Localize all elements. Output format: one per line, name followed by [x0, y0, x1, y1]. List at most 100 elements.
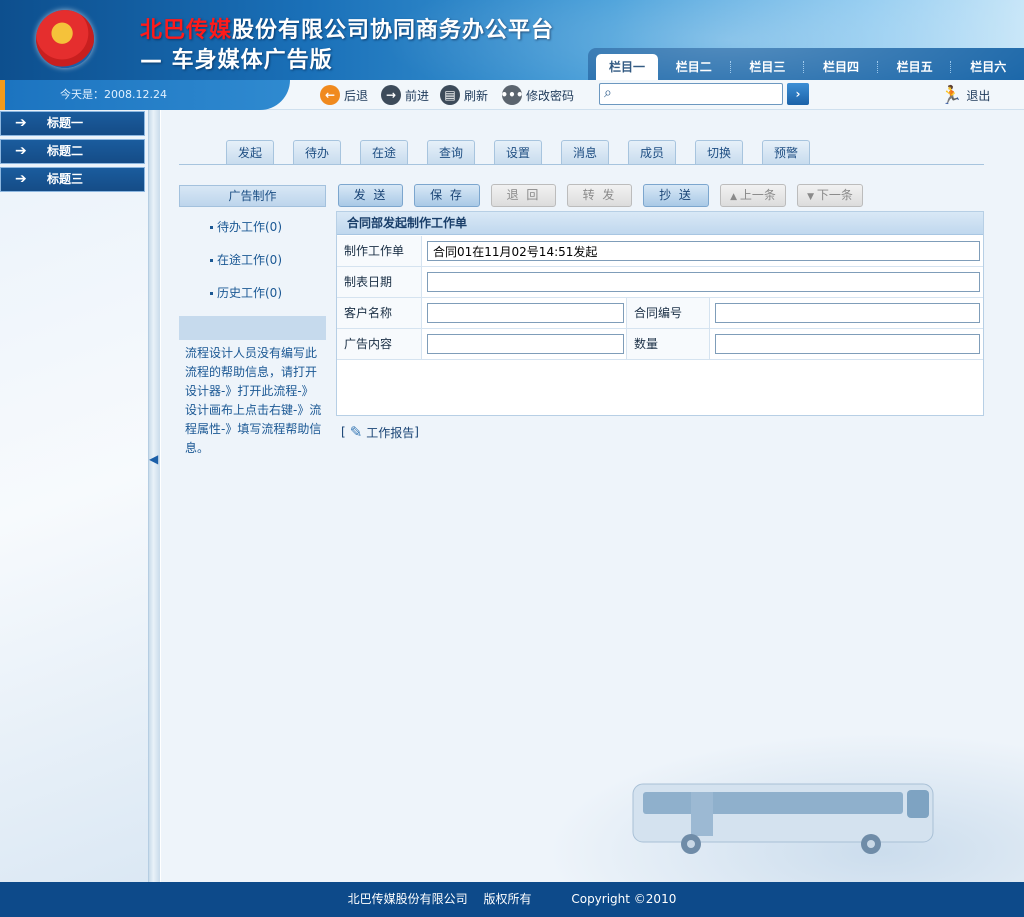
search-input[interactable]: [622, 86, 778, 102]
sidebar-splitter[interactable]: [148, 110, 160, 882]
footer-copyright: Copyright ©2010: [571, 892, 677, 906]
notepad-edit-icon: ✎: [349, 423, 363, 441]
app-subtitle: — 车身媒体广告版: [140, 48, 333, 73]
worksheet-form: 合同部发起制作工作单 制作工作单 制表日期 客户名称 合同编号 广告内容 数量: [336, 211, 984, 416]
work-report-link[interactable]: [ ✎ 工作报告 ]: [341, 423, 419, 441]
history-work-link[interactable]: 历史工作(0): [179, 277, 326, 310]
forward-label: 前进: [405, 88, 430, 103]
search-icon: ⌕: [604, 85, 612, 101]
search-box: ⌕: [599, 83, 783, 105]
previous-label: 上一条: [739, 188, 776, 202]
form-row: 广告内容 数量: [337, 329, 983, 360]
tab-initiate[interactable]: 发起: [226, 140, 274, 164]
main-content: 发起 待办 在途 查询 设置 消息 成员 切换 预警 广告制作 待办工作(0) …: [161, 110, 1024, 882]
return-button[interactable]: 退 回: [491, 184, 556, 207]
quantity-field[interactable]: [715, 334, 980, 354]
form-row: 客户名称 合同编号: [337, 298, 983, 329]
in-progress-work-link[interactable]: 在途工作(0): [179, 244, 326, 277]
previous-button[interactable]: ▲ 上一条: [720, 184, 786, 207]
toolbar: 今天是：2008.12.24 ← 后退 → 前进 ▤ 刷新 ••• 修改密码 ⌕…: [0, 80, 1024, 110]
top-nav-item-2[interactable]: 栏目二: [658, 54, 730, 80]
contract-label: 合同编号: [626, 298, 710, 328]
logout-label: 退出: [966, 89, 991, 103]
tab-members[interactable]: 成员: [628, 140, 676, 164]
sidebar: ➔ 标题一 ➔ 标题二 ➔ 标题三: [0, 110, 148, 882]
sidebar-item-label: 标题一: [47, 116, 84, 130]
contract-field[interactable]: [715, 303, 980, 323]
arrow-right-icon: ➔: [15, 115, 27, 131]
worksheet-label: 制作工作单: [337, 236, 422, 266]
tab-pending[interactable]: 待办: [293, 140, 341, 164]
form-row: 制表日期: [337, 267, 983, 298]
pending-work-link[interactable]: 待办工作(0): [179, 211, 326, 244]
sidebar-item-3[interactable]: ➔ 标题三: [0, 167, 145, 192]
save-button[interactable]: 保 存: [414, 184, 480, 207]
tabs-divider: [179, 164, 984, 165]
nav-separator: [876, 61, 879, 73]
password-dots-icon: •••: [501, 85, 524, 105]
back-arrow-icon: ←: [320, 85, 340, 105]
ad-content-field[interactable]: [427, 334, 624, 354]
logout-button[interactable]: 🏃 退出: [940, 85, 990, 106]
panel-title: 广告制作: [179, 185, 326, 207]
header: 北巴传媒股份有限公司协同商务办公平台 — 车身媒体广告版 栏目一 栏目二 栏目三…: [0, 0, 1024, 80]
footer-rights: 版权所有: [483, 892, 532, 906]
tab-switch[interactable]: 切换: [695, 140, 743, 164]
sidebar-item-2[interactable]: ➔ 标题二: [0, 139, 145, 164]
tab-messages[interactable]: 消息: [561, 140, 609, 164]
refresh-button[interactable]: ▤ 刷新: [440, 85, 488, 105]
printer-icon: ▤: [440, 85, 460, 105]
change-password-button[interactable]: ••• 修改密码: [501, 85, 575, 105]
workflow-panel: 广告制作 待办工作(0) 在途工作(0) 历史工作(0) 流程设计人员没有编写此…: [179, 185, 326, 458]
bracket-open: [: [341, 425, 346, 439]
tab-alerts[interactable]: 预警: [762, 140, 810, 164]
next-label: 下一条: [816, 188, 853, 202]
app-title: 北巴传媒股份有限公司协同商务办公平台: [140, 12, 554, 44]
send-button[interactable]: 发 送: [338, 184, 403, 207]
nav-separator: [729, 61, 732, 73]
change-password-label: 修改密码: [526, 88, 575, 103]
triangle-down-icon: ▼: [807, 192, 817, 202]
arrow-right-icon: ➔: [15, 143, 27, 159]
form-row: 制作工作单: [337, 236, 983, 267]
nav-separator: [803, 61, 805, 73]
back-button[interactable]: ← 后退: [320, 85, 368, 105]
next-button[interactable]: ▼ 下一条: [797, 184, 863, 207]
tab-settings[interactable]: 设置: [494, 140, 542, 164]
cc-button[interactable]: 抄 送: [643, 184, 709, 207]
forward-button[interactable]: → 前进: [381, 85, 429, 105]
worksheet-field[interactable]: [427, 241, 980, 261]
tab-query[interactable]: 查询: [427, 140, 475, 164]
redacted-company-name: 北巴传媒: [140, 18, 233, 43]
top-nav: 栏目一 栏目二 栏目三 栏目四 栏目五 栏目六: [588, 48, 1024, 80]
date-field[interactable]: [427, 272, 980, 292]
collapse-sidebar-icon[interactable]: ◀: [149, 452, 158, 466]
customer-label: 客户名称: [337, 298, 422, 328]
ad-content-label: 广告内容: [337, 329, 422, 359]
top-nav-item-4[interactable]: 栏目四: [805, 54, 877, 80]
sidebar-item-label: 标题三: [47, 172, 84, 186]
refresh-label: 刷新: [464, 88, 489, 103]
work-report-label: 工作报告: [366, 425, 415, 440]
nav-separator: [950, 61, 952, 73]
customer-field[interactable]: [427, 303, 624, 323]
footer-company: 北巴传媒股份有限公司: [347, 892, 468, 906]
footer: 北巴传媒股份有限公司 版权所有 Copyright ©2010: [0, 882, 1024, 917]
top-nav-item-3[interactable]: 栏目三: [732, 54, 804, 80]
bracket-close: ]: [414, 425, 419, 439]
tab-in-progress[interactable]: 在途: [360, 140, 408, 164]
quantity-label: 数量: [626, 329, 710, 359]
triangle-up-icon: ▲: [730, 192, 740, 202]
sidebar-item-label: 标题二: [47, 144, 84, 158]
date-label: 制表日期: [337, 267, 422, 297]
top-nav-item-6[interactable]: 栏目六: [952, 54, 1024, 80]
top-nav-item-1[interactable]: 栏目一: [596, 54, 658, 80]
top-nav-item-5[interactable]: 栏目五: [879, 54, 951, 80]
in-progress-work-label: 在途工作(0): [217, 253, 282, 267]
search-submit-button[interactable]: ›: [787, 83, 809, 105]
function-tabs: 发起 待办 在途 查询 设置 消息 成员 切换 预警: [226, 140, 829, 164]
sidebar-item-1[interactable]: ➔ 标题一: [0, 111, 145, 136]
forward-doc-button[interactable]: 转 发: [567, 184, 632, 207]
bullet-icon: [210, 226, 213, 229]
bus-illustration: [632, 783, 934, 854]
